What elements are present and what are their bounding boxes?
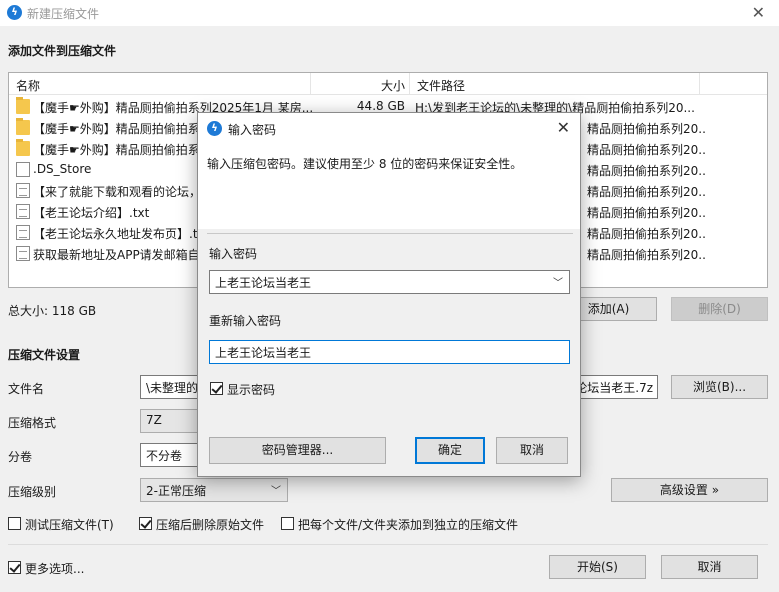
delete-button[interactable]: 删除(D) (671, 297, 768, 321)
text-file-icon (16, 225, 30, 240)
close-icon[interactable]: ✕ (752, 3, 765, 22)
cancel-button[interactable]: 取消 (661, 555, 758, 579)
split-select[interactable]: 不分卷 (140, 443, 200, 467)
file-path: 精品厕拍偷拍系列20... (587, 185, 707, 199)
folder-icon (16, 139, 30, 156)
file-name: 【老王论坛介绍】.txt (33, 206, 150, 220)
more-options-label: 更多选项... (25, 562, 85, 576)
test-archive-checkbox[interactable] (8, 517, 21, 530)
file-path: 精品厕拍偷拍系列20... (587, 143, 707, 157)
file-path: 精品厕拍偷拍系列20... (587, 227, 707, 241)
dialog-description-area: 输入压缩包密码。建议使用至少 8 位的密码来保证安全性。 (198, 144, 580, 229)
column-size[interactable]: 大小 (381, 77, 405, 94)
password-value: 上老王论坛当老王 (215, 276, 312, 290)
reenter-password-value: 上老王论坛当老王 (215, 346, 312, 360)
show-password-label: 显示密码 (227, 383, 276, 397)
file-path: 精品厕拍偷拍系列20... (587, 206, 707, 220)
password-manager-button[interactable]: 密码管理器... (209, 437, 386, 464)
file-icon (16, 162, 30, 177)
show-password-checkbox[interactable] (210, 382, 223, 395)
split-label: 分卷 (8, 450, 33, 464)
more-options-checkbox[interactable] (8, 561, 21, 574)
each-separate-checkbox[interactable] (281, 517, 294, 530)
format-select[interactable]: 7Z (140, 409, 200, 433)
level-label: 压缩级别 (8, 485, 57, 499)
advanced-settings-button[interactable]: 高级设置 » (611, 478, 768, 502)
file-path: 精品厕拍偷拍系列20... (587, 164, 707, 178)
file-name: .DS_Store (33, 162, 92, 176)
ok-button[interactable]: 确定 (415, 437, 485, 464)
browse-button[interactable]: 浏览(B)... (671, 375, 768, 399)
dialog-title-bar: ϟ 输入密码 ✕ (198, 113, 580, 144)
level-select[interactable]: 2-正常压缩 ﹀ (140, 478, 288, 502)
filename-right-text: 论坛当老王.7z (575, 381, 653, 395)
divider (8, 544, 768, 545)
close-icon[interactable]: ✕ (557, 118, 570, 137)
file-path: 精品厕拍偷拍系列20... (587, 248, 707, 262)
password-input[interactable]: 上老王论坛当老王 ﹀ (209, 270, 570, 294)
file-size: 44.8 GB (356, 99, 405, 113)
format-label: 压缩格式 (8, 416, 57, 430)
password-dialog: ϟ 输入密码 ✕ 输入压缩包密码。建议使用至少 8 位的密码来保证安全性。 输入… (197, 112, 581, 477)
text-file-icon (16, 204, 30, 219)
app-icon: ϟ (207, 121, 222, 136)
level-value: 2-正常压缩 (146, 484, 206, 498)
file-name: 【魔手☛外购】精品厕拍偷拍系 (33, 122, 200, 136)
file-path: 精品厕拍偷拍系列20... (587, 122, 707, 136)
reenter-password-label: 重新输入密码 (209, 314, 282, 328)
file-list-header: 名称 大小 文件路径 (9, 73, 767, 95)
dialog-description: 输入压缩包密码。建议使用至少 8 位的密码来保证安全性。 (207, 157, 523, 171)
start-button[interactable]: 开始(S) (549, 555, 646, 579)
file-name: 【来了就能下载和观看的论坛， (33, 185, 202, 199)
folder-icon (16, 97, 30, 114)
filename-label: 文件名 (8, 382, 45, 396)
window-title: 新建压缩文件 (27, 7, 100, 21)
total-size: 总大小: 118 GB (8, 304, 97, 318)
chevron-down-icon: ﹀ (271, 486, 281, 497)
test-archive-label: 测试压缩文件(T) (25, 518, 114, 532)
title-bar: ϟ 新建压缩文件 ✕ (0, 0, 779, 26)
password-label: 输入密码 (209, 247, 258, 261)
app-icon: ϟ (7, 5, 22, 20)
file-name: 【魔手☛外购】精品厕拍偷拍系 (33, 143, 200, 157)
settings-heading: 压缩文件设置 (8, 348, 81, 362)
format-value: 7Z (146, 413, 162, 427)
divider (207, 233, 573, 234)
folder-icon (16, 118, 30, 135)
delete-after-label: 压缩后删除原始文件 (156, 518, 265, 532)
file-name: 【老王论坛永久地址发布页】.t (33, 227, 198, 241)
chevron-down-icon[interactable]: ﹀ (553, 274, 563, 289)
delete-after-checkbox[interactable] (139, 517, 152, 530)
text-file-icon (16, 246, 30, 261)
file-name: 获取最新地址及APP请发邮箱自 (33, 248, 200, 262)
filename-left-text: \未整理的 (146, 381, 199, 395)
add-files-heading: 添加文件到压缩文件 (8, 44, 117, 58)
text-file-icon (16, 183, 30, 198)
column-name[interactable]: 名称 (16, 77, 40, 94)
dialog-title: 输入密码 (228, 123, 277, 137)
reenter-password-input[interactable]: 上老王论坛当老王 (209, 340, 570, 364)
dialog-cancel-button[interactable]: 取消 (496, 437, 568, 464)
column-path[interactable]: 文件路径 (417, 77, 465, 94)
split-value: 不分卷 (146, 449, 183, 463)
each-separate-label: 把每个文件/文件夹添加到独立的压缩文件 (298, 518, 519, 532)
